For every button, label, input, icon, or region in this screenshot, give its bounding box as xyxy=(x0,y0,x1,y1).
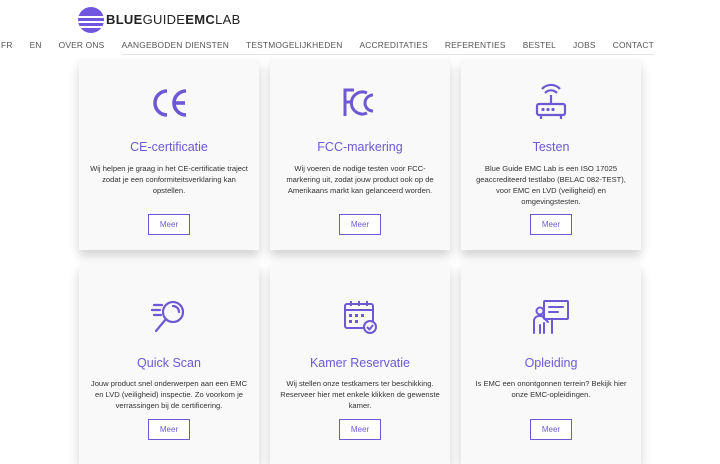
service-card-ce: CE-certificatie Wij helpen je graag in h… xyxy=(79,60,259,250)
card-title: FCC-markering xyxy=(317,140,403,154)
card-description: Jouw product snel onderwerpen aan een EM… xyxy=(90,379,248,410)
meer-button[interactable]: Meer xyxy=(339,214,381,235)
nav-item-accreditaties[interactable]: ACCREDITATIES xyxy=(351,38,436,54)
logo-text: BLUEGUIDEEMCLAB xyxy=(106,12,241,27)
service-card-kamer-reservatie: Kamer Reservatie Wij stellen onze testka… xyxy=(270,264,450,464)
card-title: CE-certificatie xyxy=(130,140,208,154)
card-description: Wij stellen onze testkamers ter beschikk… xyxy=(280,379,440,410)
magnifier-icon xyxy=(148,296,190,338)
service-card-quick-scan: Quick Scan Jouw product snel onderwerpen… xyxy=(79,264,259,464)
main-nav: FR EN OVER ONS AANGEBODEN DIENSTEN TESTM… xyxy=(1,38,654,54)
meer-button[interactable]: Meer xyxy=(148,214,190,235)
nav-divider xyxy=(122,54,654,55)
service-card-opleiding: Opleiding Is EMC een onontgonnen terrein… xyxy=(461,264,641,464)
fcc-mark-icon xyxy=(339,82,381,124)
calendar-icon xyxy=(339,296,381,338)
nav-item-jobs[interactable]: JOBS xyxy=(565,38,605,54)
card-description: Blue Guide EMC Lab is een ISO 17025 geac… xyxy=(476,164,626,206)
logo-globe-icon xyxy=(78,7,104,33)
nav-item-testmogelijkheden[interactable]: TESTMOGELIJKHEDEN xyxy=(238,38,351,54)
card-title: Testen xyxy=(532,140,570,154)
nav-item-over-ons[interactable]: OVER ONS xyxy=(50,38,113,54)
nav-item-fr[interactable]: FR xyxy=(1,38,21,54)
card-description: Wij helpen je graag in het CE-certificat… xyxy=(90,164,248,195)
meer-button[interactable]: Meer xyxy=(148,419,190,440)
ce-mark-icon xyxy=(148,82,190,124)
card-description: Wij voeren de nodige testen voor FCC-mar… xyxy=(286,164,434,195)
logo[interactable]: BLUEGUIDEEMCLAB xyxy=(78,7,241,33)
card-title: Opleiding xyxy=(524,356,578,370)
nav-item-referenties[interactable]: REFERENTIES xyxy=(436,38,514,54)
nav-item-en[interactable]: EN xyxy=(21,38,50,54)
meer-button[interactable]: Meer xyxy=(339,419,381,440)
nav-item-contact[interactable]: CONTACT xyxy=(604,38,654,54)
nav-item-aangeboden-diensten[interactable]: AANGEBODEN DIENSTEN xyxy=(113,38,238,54)
nav-item-bestel[interactable]: BESTEL xyxy=(514,38,564,54)
service-card-fcc: FCC-markering Wij voeren de nodige teste… xyxy=(270,60,450,250)
router-icon xyxy=(530,82,572,124)
service-card-testen: Testen Blue Guide EMC Lab is een ISO 170… xyxy=(461,60,641,250)
card-title: Quick Scan xyxy=(137,356,201,370)
card-title: Kamer Reservatie xyxy=(309,356,411,370)
card-description: Is EMC een onontgonnen terrein? Bekijk h… xyxy=(475,379,627,399)
presentation-icon xyxy=(530,296,572,338)
meer-button[interactable]: Meer xyxy=(530,214,572,235)
meer-button[interactable]: Meer xyxy=(530,419,572,440)
